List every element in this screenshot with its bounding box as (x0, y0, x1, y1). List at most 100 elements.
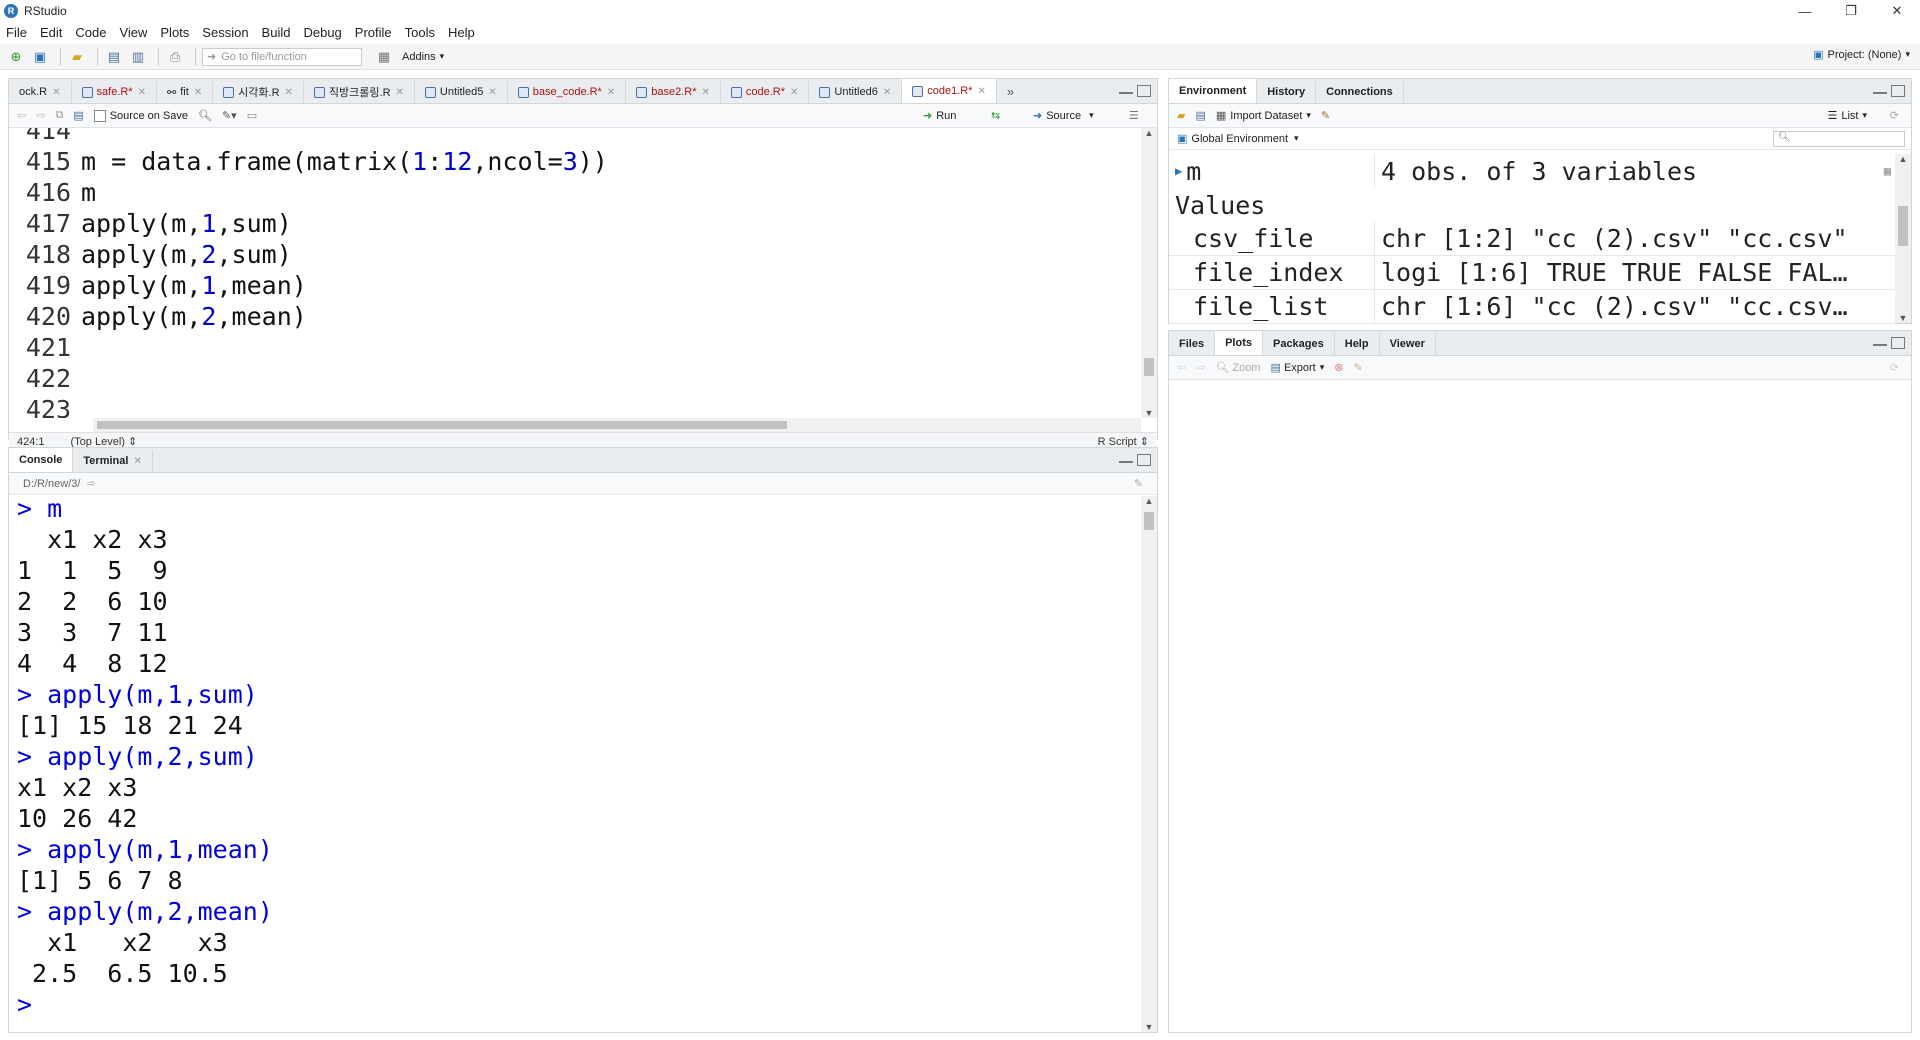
back-arrow-icon[interactable]: ⇦ (17, 109, 26, 122)
remove-plot-icon[interactable]: ⊗ (1334, 361, 1343, 374)
close-tab-icon[interactable]: ✕ (52, 87, 60, 98)
close-tab-icon[interactable]: ✕ (194, 87, 202, 98)
close-tab-icon[interactable]: ✕ (285, 87, 293, 98)
scroll-down-icon[interactable]: ▼ (1895, 313, 1911, 323)
editor-vertical-scrollbar[interactable]: ▲ ▼ (1141, 128, 1157, 418)
tab-files[interactable]: Files (1169, 333, 1216, 355)
close-tab-icon[interactable]: ✕ (607, 87, 615, 98)
source-on-save-toggle[interactable]: Source on Save (93, 109, 188, 122)
restore-button[interactable]: ❐ (1828, 0, 1874, 22)
environment-search-input[interactable]: 🔍︎ (1773, 131, 1905, 147)
open-folder-icon[interactable]: ▰ (67, 48, 87, 66)
tab-terminal[interactable]: Terminal ✕ (73, 450, 153, 472)
editor-tab[interactable]: 시각화.R ✕ (213, 81, 304, 103)
tab-help[interactable]: Help (1335, 333, 1380, 355)
next-plot-icon[interactable]: ⇨ (1196, 361, 1205, 374)
close-tab-icon[interactable]: ✕ (488, 87, 496, 98)
addins-menu[interactable]: Addins (402, 51, 436, 63)
compile-report-icon[interactable]: ▭ (247, 109, 257, 122)
view-table-icon[interactable]: ▦ (1884, 164, 1891, 178)
tab-console[interactable]: Console (9, 448, 74, 472)
minimize-pane-icon[interactable] (1873, 337, 1887, 346)
close-tab-icon[interactable]: ✕ (396, 87, 404, 98)
editor-tab[interactable]: ock.R ✕ (9, 81, 72, 103)
close-tab-icon[interactable]: ✕ (702, 87, 710, 98)
close-tab-icon[interactable]: ✕ (133, 456, 141, 467)
menu-code[interactable]: Code (75, 25, 106, 40)
editor-tab[interactable]: base2.R* ✕ (626, 81, 721, 103)
menu-view[interactable]: View (119, 25, 147, 40)
value-row[interactable]: file_list chr [1:6] "cc (2).csv" "cc.csv… (1169, 290, 1895, 324)
editor-tab[interactable]: Untitled5 ✕ (415, 81, 508, 103)
menu-build[interactable]: Build (262, 25, 291, 40)
clear-broom-icon[interactable]: ✎ (1321, 109, 1330, 122)
menu-edit[interactable]: Edit (40, 25, 62, 40)
load-workspace-icon[interactable]: ▰ (1177, 109, 1185, 122)
close-tab-icon[interactable]: ✕ (790, 87, 798, 98)
environment-vertical-scrollbar[interactable]: ▲ ▼ (1895, 154, 1911, 323)
console-prompt[interactable]: > (17, 989, 32, 1020)
refresh-icon[interactable]: ⟳ (1890, 361, 1899, 374)
minimize-button[interactable]: — (1782, 0, 1828, 22)
tab-connections[interactable]: Connections (1316, 81, 1404, 103)
maximize-pane-icon[interactable] (1137, 454, 1151, 466)
zoom-button[interactable]: 🔍︎ Zoom (1215, 361, 1260, 375)
scroll-thumb[interactable] (1144, 358, 1154, 376)
menu-file[interactable]: File (6, 25, 27, 40)
scroll-down-icon[interactable]: ▼ (1141, 1022, 1157, 1032)
menu-debug[interactable]: Debug (303, 25, 341, 40)
tab-history[interactable]: History (1257, 81, 1317, 103)
editor-tab[interactable]: Untitled6 ✕ (809, 81, 903, 103)
value-row[interactable]: csv_file chr [1:2] "cc (2).csv" "cc.csv" (1169, 222, 1895, 256)
tab-environment[interactable]: Environment (1169, 79, 1258, 103)
close-tab-icon[interactable]: ✕ (883, 87, 891, 98)
tab-packages[interactable]: Packages (1263, 333, 1335, 355)
export-button[interactable]: ▤ Export ▾ (1271, 361, 1325, 375)
editor-horizontal-scrollbar[interactable] (93, 418, 1141, 432)
run-button[interactable]: ➜ Run (923, 109, 956, 123)
data-row[interactable]: ▶ m 4 obs. of 3 variables ▦ (1169, 154, 1895, 188)
source-button[interactable]: ➜ Source ▾ (1033, 109, 1094, 123)
print-icon[interactable]: ⎙ (165, 48, 185, 66)
scroll-down-icon[interactable]: ▼ (1141, 408, 1157, 418)
maximize-pane-icon[interactable] (1137, 85, 1151, 97)
editor-tab-active[interactable]: code1.R* ✕ (902, 79, 997, 103)
scroll-up-icon[interactable]: ▲ (1895, 154, 1911, 164)
menu-help[interactable]: Help (448, 25, 475, 40)
editor-tab[interactable]: base_code.R* ✕ (508, 81, 627, 103)
editor-tab[interactable]: safe.R* ✕ (72, 81, 157, 103)
console-vertical-scrollbar[interactable]: ▲ ▼ (1141, 496, 1157, 1032)
editor-tab[interactable]: ⚯ fit ✕ (157, 81, 214, 103)
new-file-icon[interactable]: ⊕ (6, 48, 26, 66)
goto-file-input[interactable]: ➜ Go to file/function (202, 47, 362, 66)
maximize-pane-icon[interactable] (1891, 337, 1905, 349)
value-row[interactable]: file_index logi [1:6] TRUE TRUE FALSE FA… (1169, 256, 1895, 290)
more-tabs-icon[interactable]: » (1007, 84, 1014, 99)
source-on-save-checkbox[interactable] (93, 109, 106, 122)
show-in-window-icon[interactable]: ⧉ (55, 109, 63, 122)
code-tools-wand-icon[interactable]: ✎▾ (222, 109, 237, 122)
scroll-thumb[interactable] (1898, 206, 1908, 246)
new-project-icon[interactable]: ▣ (30, 48, 50, 66)
project-menu[interactable]: ▣ Project: (None) ▾ (1813, 48, 1910, 62)
code-editor[interactable]: 414 415 m = data.frame(matrix(1:12,ncol=3… (9, 128, 1141, 418)
forward-arrow-icon[interactable]: ⇨ (36, 109, 45, 122)
save-all-icon[interactable]: ▥ (128, 48, 148, 66)
clear-plots-broom-icon[interactable]: ✎ (1353, 361, 1362, 374)
search-icon[interactable]: 🔍︎ (198, 109, 212, 122)
view-mode-selector[interactable]: ☰ List ▾ (1827, 109, 1867, 123)
clear-console-icon[interactable]: ✎ (1134, 477, 1143, 490)
environment-scope-selector[interactable]: ▣ Global Environment ▾ (1177, 132, 1299, 146)
maximize-pane-icon[interactable] (1891, 85, 1905, 97)
tab-plots[interactable]: Plots (1215, 331, 1263, 355)
close-button[interactable]: ✕ (1874, 0, 1920, 22)
rerun-icon[interactable]: ⇆ (991, 109, 1000, 122)
previous-plot-icon[interactable]: ⇦ (1177, 361, 1186, 374)
menu-tools[interactable]: Tools (405, 25, 435, 40)
document-outline-icon[interactable]: ☰ (1129, 109, 1139, 122)
expand-arrow-icon[interactable]: ▶ (1175, 164, 1182, 178)
tab-viewer[interactable]: Viewer (1380, 333, 1436, 355)
scroll-up-icon[interactable]: ▲ (1141, 496, 1157, 506)
save-workspace-icon[interactable]: ▤ (1195, 109, 1205, 122)
minimize-pane-icon[interactable] (1873, 85, 1887, 94)
